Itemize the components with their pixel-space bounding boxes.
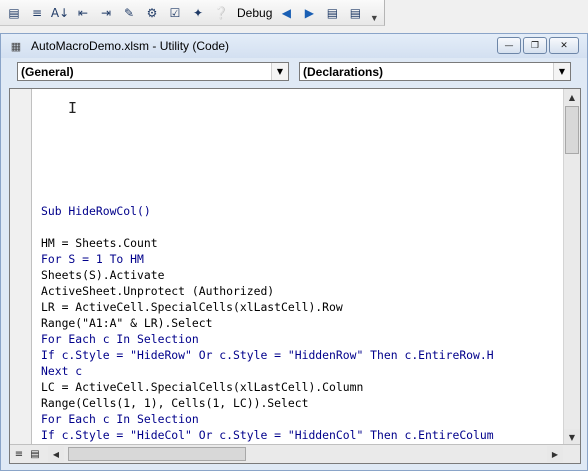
horizontal-scrollbar[interactable]: ≡ ▤ ◀ ▶ bbox=[10, 444, 580, 463]
close-button[interactable]: ✕ bbox=[549, 37, 579, 54]
debug-toolbar-label[interactable]: Debug bbox=[237, 6, 272, 20]
procedure-view-icon[interactable]: ≡ bbox=[12, 446, 26, 462]
outdent-icon[interactable]: ⚙ bbox=[142, 3, 162, 23]
code-line[interactable]: If c.Style = "HideRow" Or c.Style = "Hid… bbox=[41, 347, 494, 363]
code-line[interactable]: Sheets(S).Activate bbox=[41, 267, 164, 283]
scroll-down-icon[interactable]: ▼ bbox=[564, 429, 580, 445]
code-line[interactable]: Sub HideRowCol() bbox=[41, 203, 151, 219]
code-line[interactable]: HM = Sheets.Count bbox=[41, 235, 158, 251]
procedure-combo-value: (Declarations) bbox=[303, 64, 384, 79]
procedure-combo[interactable]: (Declarations) ▼ bbox=[299, 62, 571, 81]
code-line[interactable]: For S = 1 To HM bbox=[41, 251, 144, 267]
scroll-up-icon[interactable]: ▲ bbox=[564, 89, 580, 105]
back-arrow-icon[interactable]: ◀ bbox=[276, 3, 296, 23]
code-line[interactable]: For Each c In Selection bbox=[41, 331, 199, 347]
horizontal-scroll-thumb[interactable] bbox=[68, 447, 246, 461]
code-pane[interactable]: I Sub HideRowCol() HM = Sheets.Count For… bbox=[9, 88, 581, 464]
vertical-scroll-thumb[interactable] bbox=[565, 106, 579, 154]
toggle-breakpoint-icon[interactable]: ☑ bbox=[165, 3, 185, 23]
code-line[interactable]: ActiveSheet.Unprotect (Authorized) bbox=[41, 283, 274, 299]
list-constants-icon[interactable]: ≡ bbox=[27, 3, 47, 23]
scroll-left-icon[interactable]: ◀ bbox=[48, 446, 64, 462]
object-combo[interactable]: (General) ▼ bbox=[17, 62, 289, 81]
code-window: ▦ AutoMacroDemo.xlsm - Utility (Code) — … bbox=[0, 33, 588, 471]
help-icon[interactable]: ❔ bbox=[211, 3, 231, 23]
comment-block-icon[interactable]: ✦ bbox=[188, 3, 208, 23]
restore-button[interactable]: ❐ bbox=[523, 37, 547, 54]
full-module-view-icon[interactable]: ▤ bbox=[28, 446, 42, 462]
vertical-scrollbar[interactable]: ▲ ▼ bbox=[563, 89, 580, 445]
object-combo-value: (General) bbox=[21, 64, 74, 79]
parameter-info-icon[interactable]: ⇤ bbox=[73, 3, 93, 23]
code-line[interactable]: Next c bbox=[41, 363, 82, 379]
edit-toolbar: ▤ ≡ A↓ ⇤ ⇥ ✎ ⚙ ☑ ✦ ❔ Debug ◀ ▶ ▤ ▤ ▼ bbox=[0, 0, 385, 26]
window-title: AutoMacroDemo.xlsm - Utility (Code) bbox=[31, 39, 230, 53]
bookmark-icon[interactable]: ▤ bbox=[322, 3, 342, 23]
chevron-down-icon[interactable]: ▼ bbox=[271, 63, 288, 80]
next-bookmark-icon[interactable]: ▤ bbox=[345, 3, 365, 23]
chevron-down-icon[interactable]: ▼ bbox=[553, 63, 570, 80]
code-line[interactable]: LC = ActiveCell.SpecialCells(xlLastCell)… bbox=[41, 379, 363, 395]
code-line[interactable]: LR = ActiveCell.SpecialCells(xlLastCell)… bbox=[41, 299, 343, 315]
toolbar-options-icon[interactable]: ▼ bbox=[370, 3, 379, 23]
margin-indicator-bar[interactable] bbox=[10, 89, 32, 445]
code-window-icon: ▦ bbox=[10, 40, 22, 53]
minimize-button[interactable]: — bbox=[497, 37, 521, 54]
indent-icon[interactable]: ✎ bbox=[119, 3, 139, 23]
scroll-right-icon[interactable]: ▶ bbox=[547, 446, 563, 462]
code-line[interactable]: Range("A1:A" & LR).Select bbox=[41, 315, 212, 331]
list-properties-icon[interactable]: ▤ bbox=[4, 3, 24, 23]
code-line[interactable]: For Each c In Selection bbox=[41, 411, 199, 427]
code-line[interactable]: If c.Style = "HideCol" Or c.Style = "Hid… bbox=[41, 427, 494, 443]
quick-info-icon[interactable]: A↓ bbox=[50, 3, 70, 23]
complete-word-icon[interactable]: ⇥ bbox=[96, 3, 116, 23]
title-bar[interactable]: ▦ AutoMacroDemo.xlsm - Utility (Code) — … bbox=[1, 34, 587, 58]
code-editor[interactable]: Sub HideRowCol() HM = Sheets.Count For S… bbox=[41, 89, 565, 445]
forward-arrow-icon[interactable]: ▶ bbox=[299, 3, 319, 23]
code-line[interactable]: Range(Cells(1, 1), Cells(1, LC)).Select bbox=[41, 395, 308, 411]
